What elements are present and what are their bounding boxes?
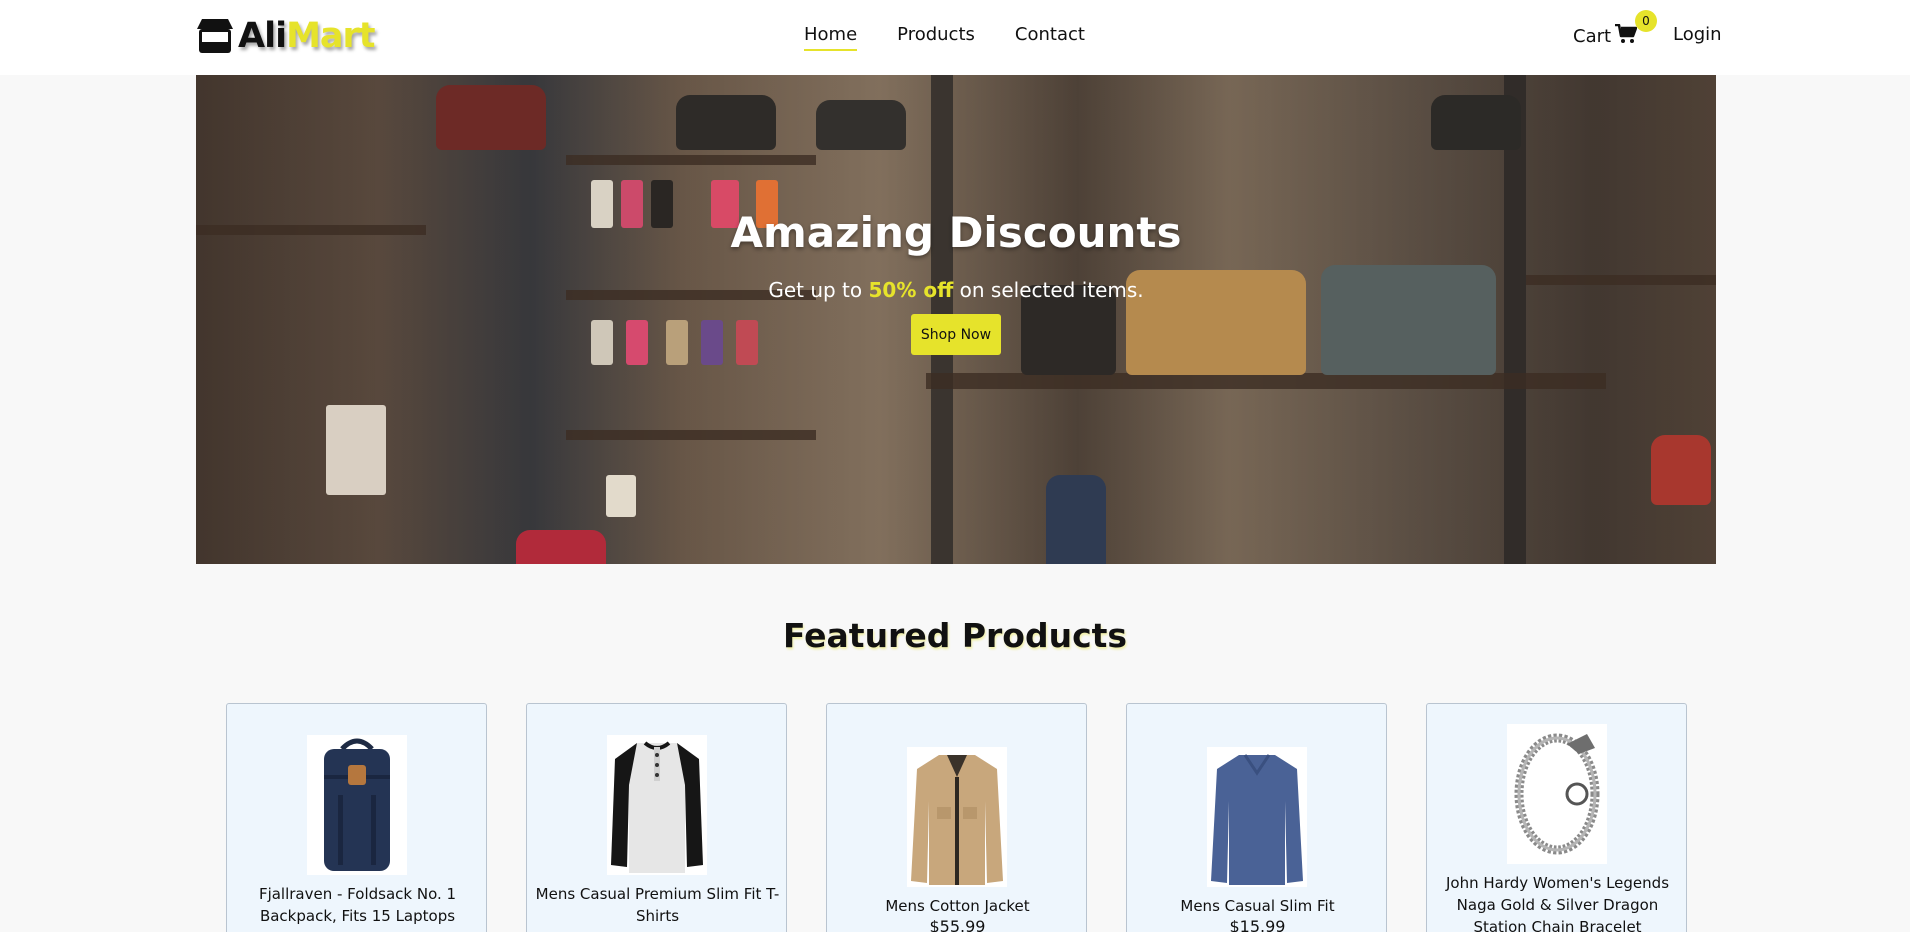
nav-products[interactable]: Products [897,24,975,51]
wallet [591,320,613,365]
shelf [566,155,816,165]
product-price: $55.99 [929,917,986,932]
product-price: $15.99 [1229,917,1286,932]
handbag [1651,435,1711,505]
brand-logo[interactable]: AliMart [196,14,376,58]
handbag [516,530,606,564]
wallet [666,320,688,365]
hero-subtitle-prefix: Get up to [768,278,869,302]
nav-contact[interactable]: Contact [1015,24,1085,51]
brand-name: AliMart [238,16,376,56]
product-image-jacket[interactable] [907,747,1007,887]
product-title[interactable]: Mens Cotton Jacket [835,895,1080,917]
cart-count-badge: 0 [1635,10,1657,32]
wallet [736,320,758,365]
product-image-tshirt[interactable] [607,735,707,875]
display-box [606,475,636,517]
product-title[interactable]: Mens Casual Slim Fit [1135,895,1380,917]
product-card[interactable]: Fjallraven - Foldsack No. 1 Backpack, Fi… [226,703,487,932]
product-title[interactable]: Fjallraven - Foldsack No. 1 Backpack, Fi… [235,883,480,927]
featured-products-title: Featured Products [782,616,1128,655]
hero-title: Amazing Discounts [730,208,1182,257]
product-title[interactable]: Mens Casual Premium Slim Fit T-Shirts [535,883,780,927]
product-card[interactable]: Mens Cotton Jacket $55.99 [826,703,1087,932]
shop-now-button[interactable]: Shop Now [911,314,1001,355]
wallet [626,320,648,365]
product-image-backpack[interactable] [307,735,407,875]
display-box [326,405,386,495]
product-image-bracelet[interactable] [1507,724,1607,864]
handbag [816,100,906,150]
product-card[interactable]: Mens Casual Premium Slim Fit T-Shirts [526,703,787,932]
hero-subtitle: Get up to 50% off on selected items. [196,278,1716,302]
product-card[interactable]: Mens Casual Slim Fit $15.99 [1126,703,1387,932]
handbag [1431,95,1521,150]
cart-icon [1615,23,1638,49]
shelf [566,430,816,440]
handbag [436,85,546,150]
product-card[interactable]: John Hardy Women's Legends Naga Gold & S… [1426,703,1687,932]
wallet [701,320,723,365]
brand-name-part2: Mart [286,16,375,56]
product-title[interactable]: John Hardy Women's Legends Naga Gold & S… [1435,872,1680,932]
hero-subtitle-suffix: on selected items. [953,278,1144,302]
site-header: AliMart Home Products Contact Cart 0 Log… [0,0,1910,75]
store-icon [196,16,234,56]
handbag [676,95,776,150]
shelf [926,373,1606,389]
hero-banner: Amazing Discounts Get up to 50% off on s… [196,75,1716,564]
brand-name-part1: Ali [238,16,287,56]
login-link[interactable]: Login [1673,24,1722,45]
nav-home[interactable]: Home [804,24,858,51]
cart-button[interactable]: Cart 0 [1573,10,1657,49]
main-nav: Home Products Contact [804,24,1085,51]
hero-discount-highlight: 50% off [868,278,954,302]
cart-label: Cart [1573,26,1612,47]
handbag [1046,475,1106,564]
product-image-slim-fit[interactable] [1207,747,1307,887]
